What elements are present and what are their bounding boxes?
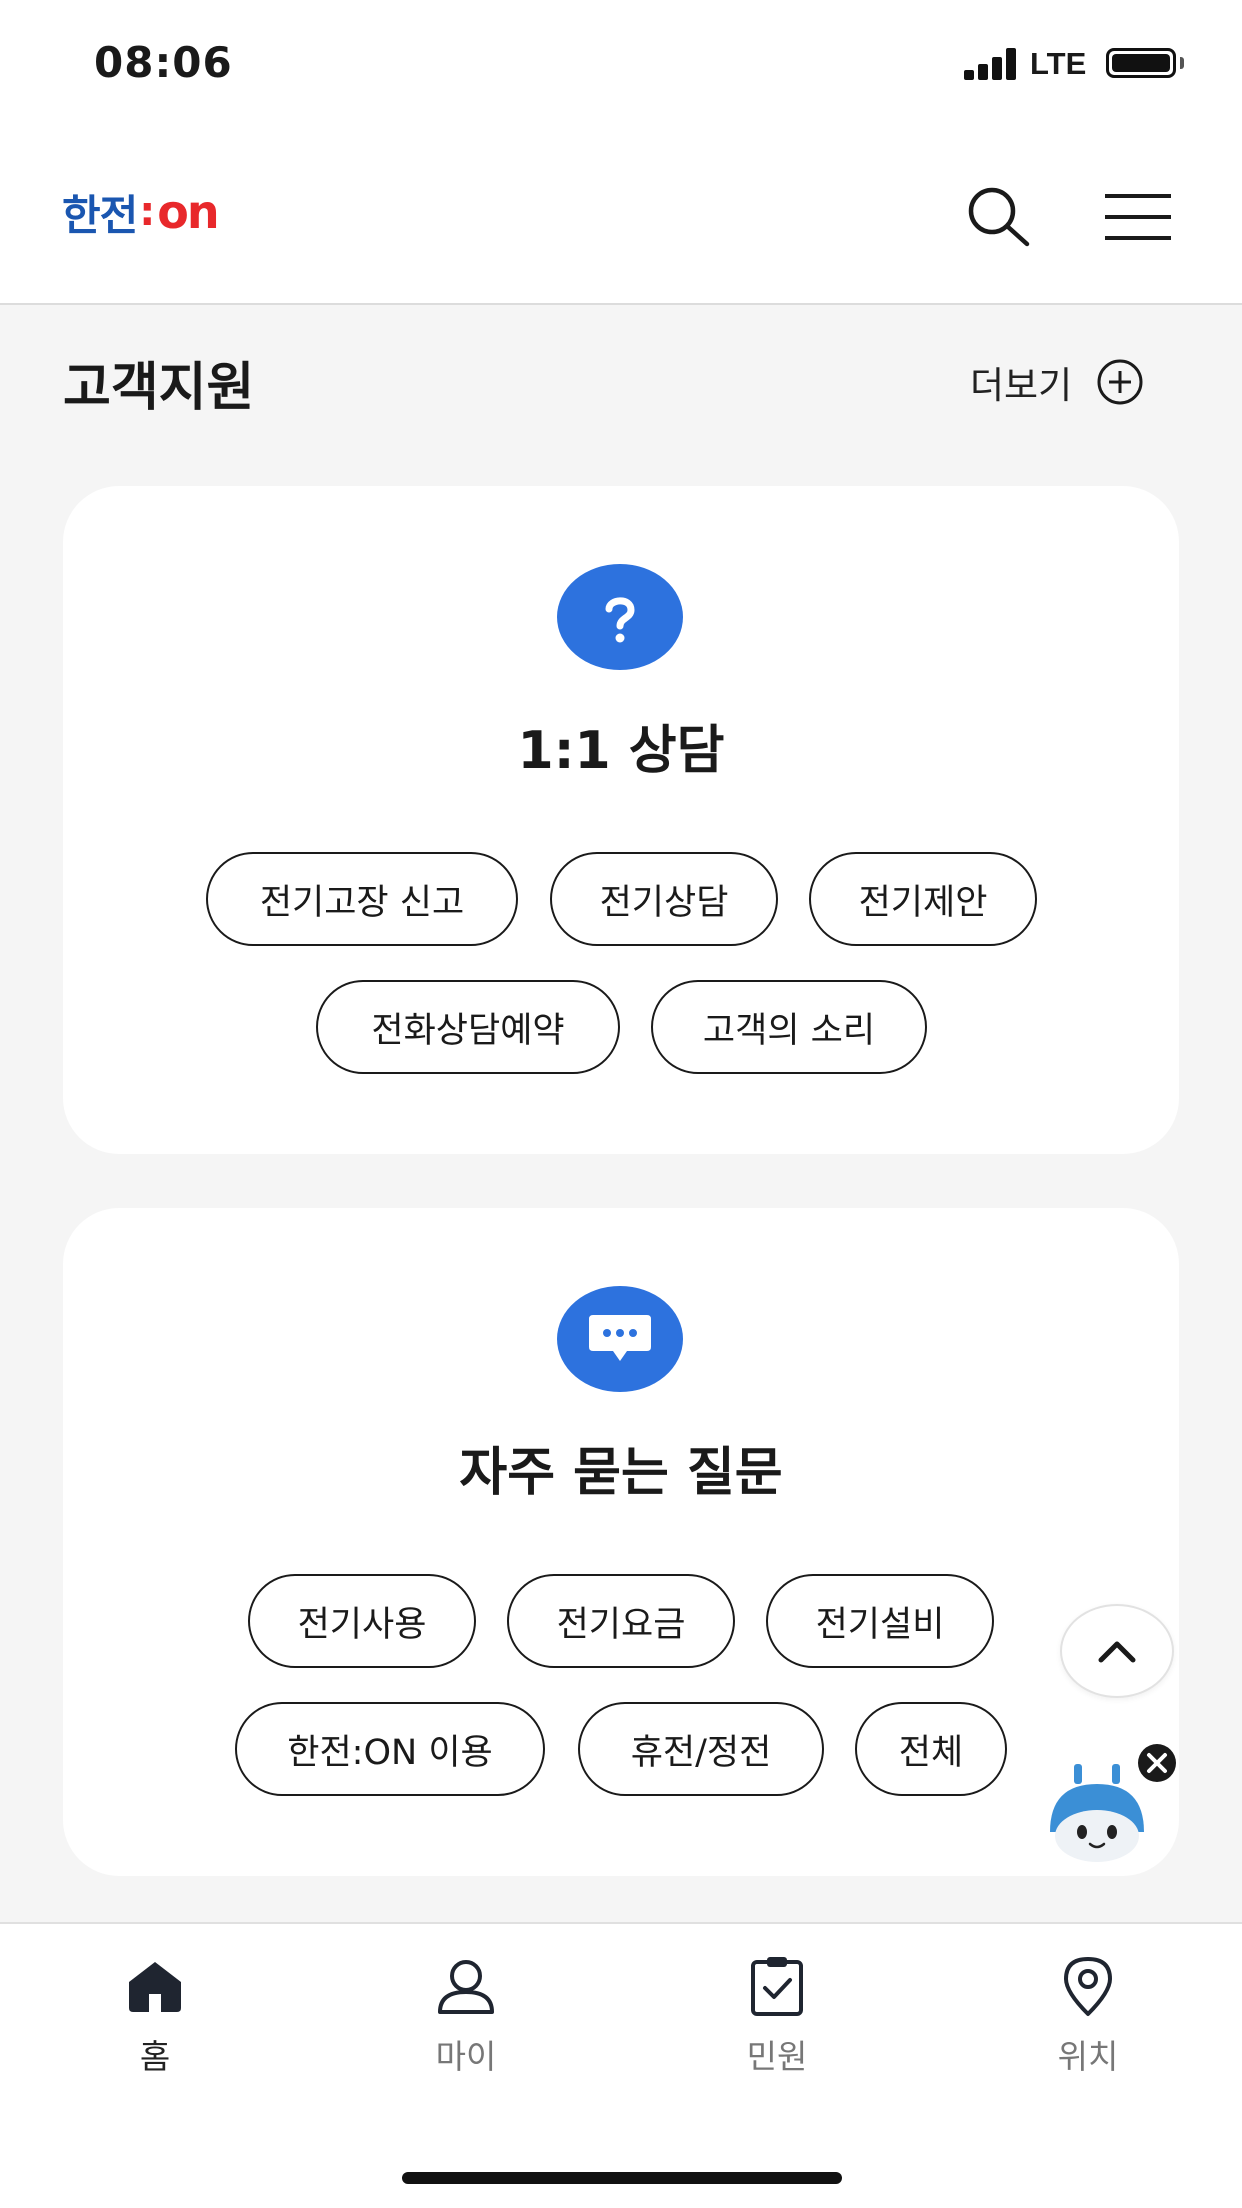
faq-card: 자주 묻는 질문 전기사용 전기요금 전기설비 한전:ON 이용 휴전/정전 전… xyxy=(63,1208,1179,1876)
chip-customer-voice[interactable]: 고객의 소리 xyxy=(651,980,927,1074)
chip-all[interactable]: 전체 xyxy=(855,1702,1007,1796)
plus-circle-icon xyxy=(1097,359,1143,405)
chip-electric-usage[interactable]: 전기사용 xyxy=(248,1574,476,1668)
logo-korean-text: 한전 xyxy=(62,190,138,240)
search-button[interactable] xyxy=(958,177,1038,257)
nav-item-my[interactable]: 마이 xyxy=(386,1954,546,2078)
consult-card: 1:1 상담 전기고장 신고 전기상담 전기제안 전화상담예약 고객의 소리 xyxy=(63,486,1179,1154)
chip-phone-reservation[interactable]: 전화상담예약 xyxy=(316,980,620,1074)
nav-label-home: 홈 xyxy=(139,2037,171,2076)
nav-item-location[interactable]: 위치 xyxy=(1008,1954,1168,2078)
chip-electric-proposal[interactable]: 전기제안 xyxy=(809,852,1037,946)
app-header: 한전 : on xyxy=(0,125,1242,305)
logo-colon: : xyxy=(139,189,156,235)
network-label: LTE xyxy=(1030,46,1087,81)
scroll-top-button[interactable] xyxy=(1060,1604,1174,1698)
chip-electric-bill[interactable]: 전기요금 xyxy=(507,1574,735,1668)
nav-label-location: 위치 xyxy=(1057,2037,1119,2076)
chip-fault-report[interactable]: 전기고장 신고 xyxy=(206,852,518,946)
search-icon xyxy=(968,187,1030,247)
status-time: 08:06 xyxy=(94,38,233,87)
chip-electric-facility[interactable]: 전기설비 xyxy=(766,1574,994,1668)
home-indicator xyxy=(402,2172,842,2184)
logo-on-text: on xyxy=(157,185,219,239)
hamburger-menu-icon xyxy=(1105,194,1171,240)
chip-electric-consult[interactable]: 전기상담 xyxy=(550,852,778,946)
menu-button[interactable] xyxy=(1098,177,1178,257)
bottom-nav: 홈 마이 민원 위치 xyxy=(0,1922,1242,2208)
section-title: 고객지원 xyxy=(63,358,255,418)
nav-item-civil[interactable]: 민원 xyxy=(697,1954,857,2078)
person-icon xyxy=(438,1960,494,2014)
nav-item-home[interactable]: 홈 xyxy=(75,1954,235,2078)
more-button[interactable]: 더보기 xyxy=(970,355,1144,409)
chip-power-outage[interactable]: 휴전/정전 xyxy=(578,1702,824,1796)
close-mascot-button[interactable] xyxy=(1136,1742,1178,1784)
chat-bubble-icon xyxy=(557,1286,683,1392)
app-logo[interactable]: 한전 : on xyxy=(62,185,220,240)
chevron-up-icon xyxy=(1098,1641,1136,1663)
close-icon xyxy=(1138,1744,1176,1782)
clipboard-check-icon xyxy=(751,1957,803,2016)
location-pin-icon xyxy=(1064,1957,1112,2016)
more-label: 더보기 xyxy=(970,364,1073,407)
question-icon xyxy=(557,564,683,670)
signal-icon xyxy=(964,48,1018,80)
chip-kepco-on-usage[interactable]: 한전:ON 이용 xyxy=(235,1702,545,1796)
status-bar: 08:06 LTE xyxy=(0,0,1242,125)
consult-card-title: 1:1 상담 xyxy=(517,721,725,781)
faq-card-title: 자주 묻는 질문 xyxy=(459,1443,783,1503)
battery-tip xyxy=(1180,57,1184,69)
home-icon xyxy=(129,1962,181,2012)
nav-label-civil: 민원 xyxy=(746,2037,808,2076)
nav-label-my: 마이 xyxy=(435,2037,497,2076)
battery-icon xyxy=(1106,48,1176,78)
